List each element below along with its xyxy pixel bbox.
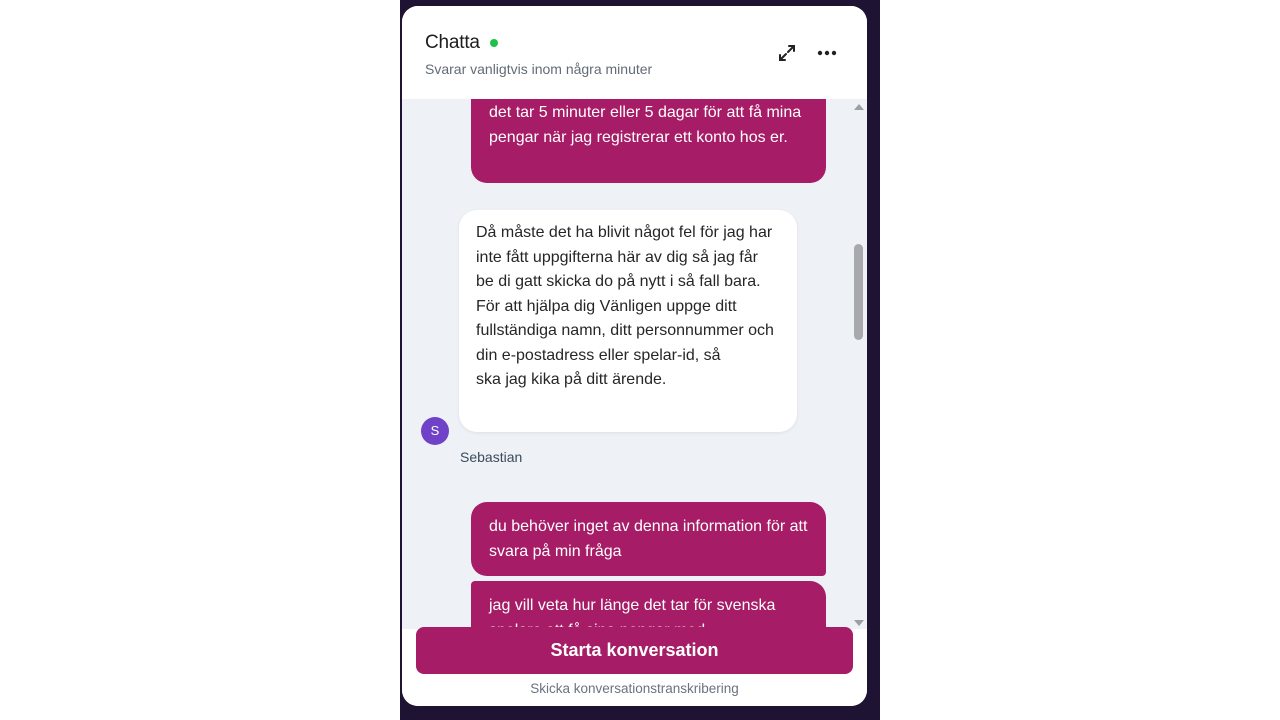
user-message: jag vill veta hur länge det tar för sven… — [471, 581, 826, 629]
chat-title: Chatta — [425, 32, 480, 53]
expand-icon — [779, 45, 795, 61]
user-message: det tar 5 minuter eller 5 dagar för att … — [471, 99, 826, 183]
start-conversation-button[interactable]: Starta konversation — [416, 627, 853, 674]
online-status-dot — [490, 39, 498, 47]
response-time-subtitle: Svarar vanligtvis inom några minuter — [425, 61, 653, 77]
user-message: du behöver inget av denna information fö… — [471, 502, 826, 576]
message-scrollbar[interactable] — [852, 99, 866, 629]
agent-message: Då måste det ha blivit något fel för jag… — [459, 210, 797, 432]
expand-button[interactable] — [776, 42, 798, 64]
send-transcript-link[interactable]: Skicka konversationstranskribering — [402, 681, 867, 696]
more-options-button[interactable] — [815, 42, 839, 64]
chat-widget: Chatta Svarar vanligtvis inom några minu… — [402, 6, 867, 706]
agent-name: Sebastian — [460, 449, 523, 465]
message-list: det tar 5 minuter eller 5 dagar för att … — [402, 99, 867, 629]
agent-avatar: S — [421, 417, 449, 445]
chat-header: Chatta Svarar vanligtvis inom några minu… — [402, 6, 867, 99]
more-horizontal-icon — [817, 50, 837, 56]
scroll-down-arrow-icon[interactable] — [854, 620, 864, 626]
scroll-up-arrow-icon[interactable] — [854, 104, 864, 110]
scrollbar-thumb[interactable] — [854, 244, 863, 340]
